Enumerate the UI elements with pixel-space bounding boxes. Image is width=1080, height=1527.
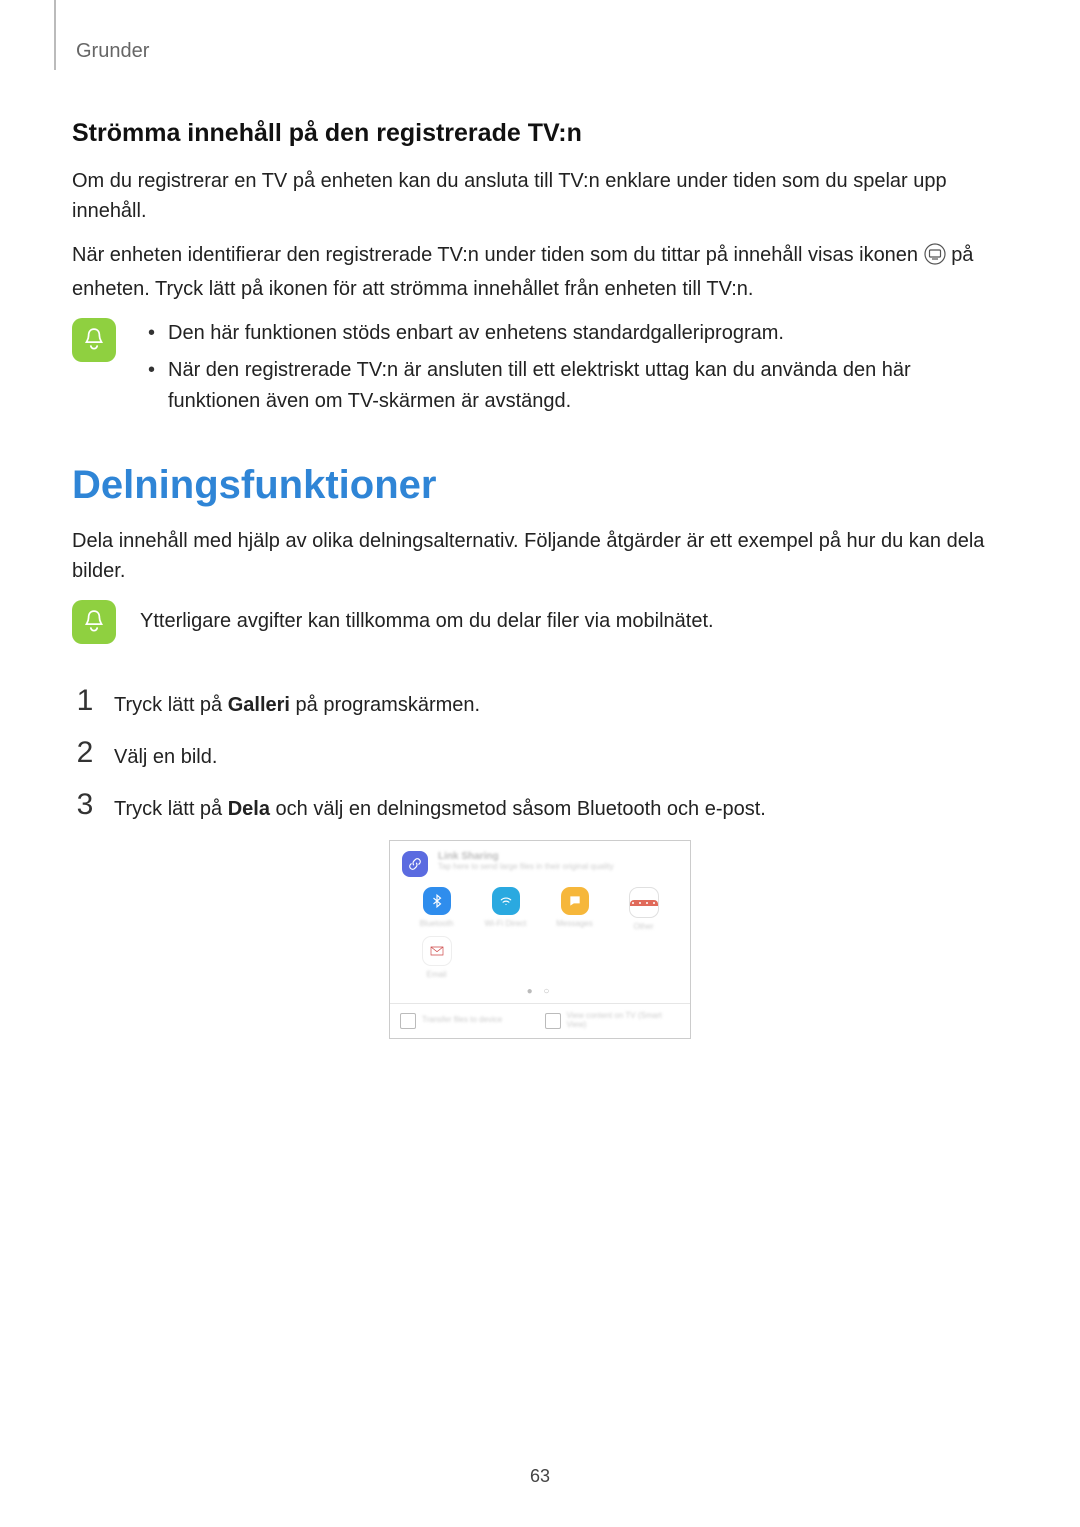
smart-view-label: View content on TV (Smart View) — [567, 1012, 680, 1030]
note-body-2: Ytterligare avgifter kan tillkomma om du… — [140, 600, 714, 644]
smart-view-option: View content on TV (Smart View) — [545, 1012, 680, 1030]
paragraph-1: Om du registrerar en TV på enheten kan d… — [72, 166, 1008, 226]
wifi-direct-icon — [492, 887, 520, 915]
tv-stream-icon — [924, 243, 946, 274]
paragraph-2: När enheten identifierar den registrerad… — [72, 240, 1008, 304]
page-number: 63 — [0, 1466, 1080, 1487]
sub-heading: Strömma innehåll på den registrerade TV:… — [72, 119, 1008, 148]
link-sharing-icon — [402, 851, 428, 877]
step-3-pre: Tryck lätt på — [114, 798, 228, 820]
link-sharing-title: Link Sharing — [438, 851, 614, 862]
note-icon — [72, 318, 116, 362]
share-panel-wrap: Link Sharing Tap here to send large file… — [72, 840, 1008, 1039]
step-1-bold: Galleri — [228, 694, 290, 716]
share-label: Bluetooth — [407, 919, 467, 927]
share-label: Email — [407, 970, 467, 978]
section-header: Grunder — [76, 40, 1008, 63]
step-num-3: 3 — [72, 788, 98, 821]
step-1-post: på programskärmen. — [290, 694, 480, 716]
link-sharing-text: Link Sharing Tap here to send large file… — [438, 851, 614, 872]
step-1-pre: Tryck lätt på — [114, 694, 228, 716]
note-icon — [72, 600, 116, 644]
link-sharing-sub: Tap here to send large files in their or… — [438, 862, 614, 872]
step-1: 1 Tryck lätt på Galleri på programskärme… — [72, 684, 1008, 720]
step-3-bold: Dela — [228, 798, 270, 820]
device-transfer-icon — [400, 1013, 416, 1029]
step-text-2: Välj en bild. — [114, 736, 217, 772]
step-text-3: Tryck lätt på Dela och välj en delningsm… — [114, 788, 766, 824]
share-option-calendar: Other — [609, 887, 678, 930]
paragraph-3: Dela innehåll med hjälp av olika delning… — [72, 526, 1008, 586]
calendar-icon — [629, 887, 659, 918]
binding-mark — [54, 0, 56, 70]
share-panel: Link Sharing Tap here to send large file… — [389, 840, 691, 1039]
share-option-wifi-direct: Wi-Fi Direct — [471, 887, 540, 930]
share-label: Other — [614, 922, 674, 930]
share-label: Wi-Fi Direct — [476, 919, 536, 927]
bluetooth-icon — [423, 887, 451, 915]
share-panel-top: Link Sharing Tap here to send large file… — [390, 841, 690, 883]
step-2-pre: Välj en bild. — [114, 746, 217, 768]
step-3: 3 Tryck lätt på Dela och välj en delning… — [72, 788, 1008, 824]
note-block-2: Ytterligare avgifter kan tillkomma om du… — [72, 600, 1008, 644]
paragraph-2a: När enheten identifierar den registrerad… — [72, 244, 924, 266]
page-indicator: ● ○ — [390, 986, 690, 1003]
note-block-1: Den här funktionen stöds enbart av enhet… — [72, 318, 1008, 423]
share-panel-bottom: Transfer files to device View content on… — [390, 1003, 690, 1038]
page-content: Grunder Strömma innehåll på den registre… — [0, 0, 1080, 1039]
note-body-1: Den här funktionen stöds enbart av enhet… — [140, 318, 1008, 423]
main-heading: Delningsfunktioner — [72, 463, 1008, 508]
note1-bullet-2: När den registrerade TV:n är ansluten ti… — [168, 355, 1008, 417]
transfer-label: Transfer files to device — [422, 1016, 502, 1025]
step-num-1: 1 — [72, 684, 98, 717]
step-2: 2 Välj en bild. — [72, 736, 1008, 772]
smart-view-icon — [545, 1013, 561, 1029]
share-option-messages: Messages — [540, 887, 609, 930]
share-option-email: Email — [402, 936, 471, 978]
email-icon — [422, 936, 452, 966]
messages-icon — [561, 887, 589, 915]
share-option-bluetooth: Bluetooth — [402, 887, 471, 930]
share-label: Messages — [545, 919, 605, 927]
step-num-2: 2 — [72, 736, 98, 769]
share-panel-grid: Bluetooth Wi-Fi Direct Messages — [390, 883, 690, 986]
transfer-files-option: Transfer files to device — [400, 1012, 535, 1030]
step-text-1: Tryck lätt på Galleri på programskärmen. — [114, 684, 480, 720]
step-3-post: och välj en delningsmetod såsom Bluetoot… — [270, 798, 766, 820]
note1-bullet-1: Den här funktionen stöds enbart av enhet… — [168, 318, 1008, 349]
